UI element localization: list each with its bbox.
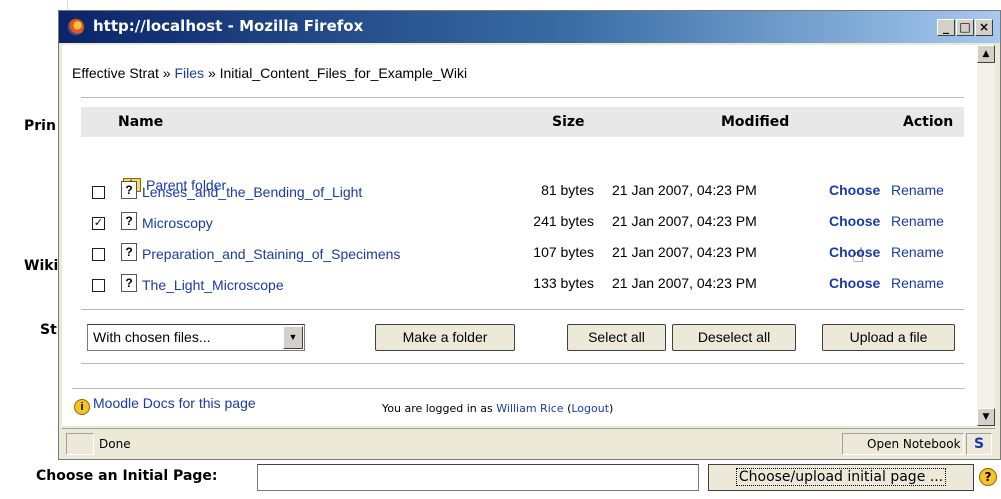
- with-chosen-select[interactable]: With chosen files... ▼: [87, 324, 305, 351]
- divider: [81, 309, 964, 310]
- breadcrumb: Effective Strat » Files » Initial_Conten…: [72, 65, 467, 81]
- firefox-popup-window: http://localhost - Mozilla Firefox _ □ ×…: [58, 10, 1001, 460]
- breadcrumb-sep: »: [162, 65, 171, 81]
- file-modified: 21 Jan 2007, 04:23 PM: [612, 275, 757, 291]
- moodle-docs-link[interactable]: Moodle Docs for this page: [93, 395, 256, 411]
- row-checkbox[interactable]: ✓: [92, 217, 105, 230]
- row-checkbox[interactable]: [92, 186, 105, 199]
- deselect-all-button[interactable]: Deselect all: [672, 324, 796, 351]
- close-button[interactable]: ×: [975, 19, 993, 36]
- row-checkbox[interactable]: [92, 248, 105, 261]
- file-link[interactable]: Lenses_and_the_Bending_of_Light: [142, 184, 362, 200]
- window-title: http://localhost - Mozilla Firefox: [93, 17, 364, 35]
- rename-link[interactable]: Rename: [891, 275, 944, 291]
- rename-link[interactable]: Rename: [891, 244, 944, 260]
- file-modified: 21 Jan 2007, 04:23 PM: [612, 182, 757, 198]
- breadcrumb-files-link[interactable]: Files: [174, 65, 204, 81]
- breadcrumb-sep: »: [207, 65, 216, 81]
- with-chosen-value: With chosen files...: [93, 329, 211, 345]
- open-notebook-label: Open Notebook: [867, 437, 961, 451]
- header-size: Size: [552, 114, 585, 130]
- hand-cursor-icon: ☝: [852, 243, 865, 267]
- window-titlebar[interactable]: http://localhost - Mozilla Firefox _ □ ×: [59, 11, 1000, 43]
- file-link[interactable]: Preparation_and_Staining_of_Specimens: [142, 246, 400, 262]
- initial-page-input[interactable]: [257, 464, 699, 491]
- file-icon: ?: [121, 181, 137, 199]
- firefox-icon: [67, 18, 85, 36]
- s-icon[interactable]: S: [966, 433, 992, 455]
- file-browser-content: Effective Strat » Files » Initial_Conten…: [62, 45, 977, 426]
- logged-in-prefix: You are logged in as: [382, 402, 493, 415]
- scroll-down-icon[interactable]: ▼: [977, 408, 995, 426]
- divider: [72, 388, 965, 389]
- file-icon: ?: [121, 212, 137, 230]
- header-name: Name: [118, 114, 164, 130]
- breadcrumb-root: Effective Strat: [72, 65, 159, 81]
- table-row: ✓ ? Microscopy 241 bytes 21 Jan 2007, 04…: [62, 207, 977, 237]
- background-label-wiki: Wiki: [24, 258, 59, 274]
- user-link[interactable]: William Rice: [496, 402, 563, 415]
- table-row: ? Preparation_and_Staining_of_Specimens …: [62, 238, 977, 268]
- initial-page-label: Choose an Initial Page:: [36, 468, 218, 484]
- help-icon[interactable]: ?: [979, 468, 997, 486]
- file-icon: ?: [121, 274, 137, 292]
- row-checkbox[interactable]: [92, 279, 105, 292]
- status-page-icon: [66, 433, 94, 455]
- background-label-prin: Prin: [24, 118, 56, 134]
- file-size: 107 bytes: [533, 244, 594, 260]
- rename-link[interactable]: Rename: [891, 213, 944, 229]
- file-icon: ?: [121, 243, 137, 261]
- breadcrumb-current: Initial_Content_Files_for_Example_Wiki: [219, 65, 468, 81]
- minimize-button[interactable]: _: [937, 19, 955, 36]
- background-label-st: St: [40, 322, 57, 338]
- table-row: ? Lenses_and_the_Bending_of_Light 81 byt…: [62, 176, 977, 206]
- select-all-button[interactable]: Select all: [567, 324, 666, 351]
- info-icon: i: [74, 399, 90, 415]
- file-size: 133 bytes: [533, 275, 594, 291]
- logout-link[interactable]: Logout: [571, 402, 609, 415]
- moodle-docs-help: i Moodle Docs for this page: [74, 395, 256, 415]
- divider: [81, 363, 964, 364]
- status-bar: Done Open Notebook S: [62, 428, 995, 458]
- make-folder-button[interactable]: Make a folder: [375, 324, 515, 351]
- file-link[interactable]: The_Light_Microscope: [142, 277, 284, 293]
- status-text: Done: [99, 437, 131, 451]
- upload-file-button[interactable]: Upload a file: [822, 324, 955, 351]
- vertical-scrollbar[interactable]: ▲ ▼: [977, 45, 995, 426]
- file-link[interactable]: Microscopy: [142, 215, 213, 231]
- choose-link[interactable]: Choose: [829, 275, 880, 291]
- file-modified: 21 Jan 2007, 04:23 PM: [612, 244, 757, 260]
- divider: [81, 97, 964, 98]
- scroll-up-icon[interactable]: ▲: [977, 45, 995, 63]
- choose-initial-page-button[interactable]: Choose/upload initial page ...: [708, 464, 974, 491]
- maximize-button[interactable]: □: [956, 19, 974, 36]
- file-size: 241 bytes: [533, 213, 594, 229]
- choose-link[interactable]: Choose: [829, 213, 880, 229]
- table-header: Name Size Modified Action: [81, 107, 964, 137]
- login-info: You are logged in as William Rice (Logou…: [382, 402, 614, 415]
- file-size: 81 bytes: [541, 182, 594, 198]
- choose-initial-page-label: Choose/upload initial page ...: [735, 468, 947, 486]
- file-modified: 21 Jan 2007, 04:23 PM: [612, 213, 757, 229]
- table-row: ? The_Light_Microscope 133 bytes 21 Jan …: [62, 269, 977, 299]
- rename-link[interactable]: Rename: [891, 182, 944, 198]
- choose-link[interactable]: Choose: [829, 182, 880, 198]
- open-notebook-button[interactable]: Open Notebook: [842, 433, 964, 455]
- header-action: Action: [903, 114, 954, 130]
- dropdown-arrow-icon[interactable]: ▼: [283, 326, 303, 349]
- header-modified: Modified: [721, 114, 790, 130]
